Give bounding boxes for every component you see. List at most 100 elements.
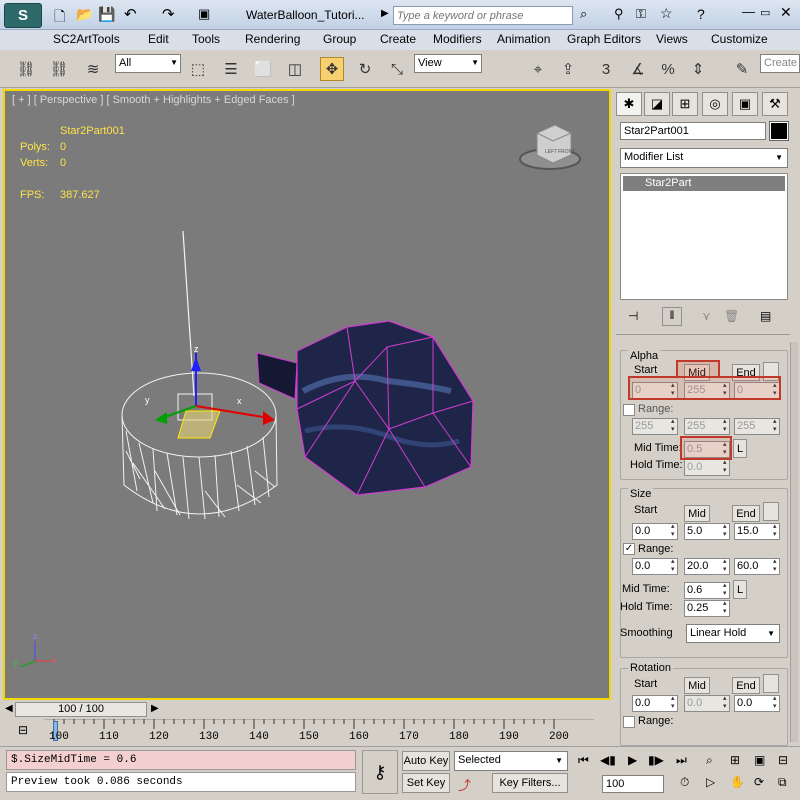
- time-slider-thumb[interactable]: 100 / 100: [15, 702, 147, 717]
- pan-view-icon[interactable]: ✋: [730, 775, 745, 789]
- rotation-end-spinner[interactable]: 0.0: [734, 695, 780, 712]
- select-and-move-icon[interactable]: ✥: [320, 57, 344, 81]
- spinner-snap-icon[interactable]: ⇕: [686, 57, 710, 81]
- size-range-end-spinner[interactable]: 60.0: [734, 558, 780, 575]
- select-by-name-icon[interactable]: ☰: [219, 57, 243, 81]
- app-logo-icon[interactable]: S: [4, 3, 42, 28]
- modifier-list-dropdown[interactable]: Modifier List ▼: [620, 148, 788, 168]
- menu-item-create[interactable]: Create: [380, 32, 416, 46]
- time-slider-track[interactable]: ◀ 100 / 100 ▶: [3, 701, 611, 718]
- alpha-mid-button[interactable]: Mid: [684, 364, 710, 381]
- auto-key-button[interactable]: Auto Key: [402, 751, 450, 771]
- help-icon[interactable]: ?: [697, 6, 705, 22]
- subscription-icon[interactable]: ⚿: [636, 6, 646, 22]
- remove-modifier-icon[interactable]: 🗑: [724, 309, 739, 323]
- size-start-spinner[interactable]: 0.0: [632, 523, 678, 540]
- perspective-viewport[interactable]: [ + ] [ Perspective ] [ Smooth + Highlig…: [3, 89, 611, 700]
- orbit-icon[interactable]: ⟳: [754, 775, 764, 789]
- minimize-icon[interactable]: —: [742, 4, 755, 19]
- size-curve-button[interactable]: [763, 502, 779, 521]
- current-frame-field[interactable]: 100: [602, 775, 664, 793]
- search-input[interactable]: [393, 6, 573, 25]
- alpha-range-start-spinner[interactable]: 255: [632, 418, 678, 435]
- play-icon[interactable]: ▶: [628, 753, 637, 767]
- size-range-mid-spinner[interactable]: 20.0: [684, 558, 730, 575]
- time-slider-prev-icon[interactable]: ◀: [5, 703, 13, 714]
- alpha-range-end-spinner[interactable]: 255: [734, 418, 780, 435]
- rotation-curve-button[interactable]: [763, 674, 779, 693]
- alpha-hold-time-spinner[interactable]: 0.0: [684, 459, 730, 476]
- time-configuration-icon[interactable]: ⏱: [680, 775, 689, 790]
- time-slider-next-icon[interactable]: ▶: [151, 703, 159, 714]
- select-and-rotate-icon[interactable]: ↻: [353, 57, 377, 81]
- size-range-checkbox[interactable]: ✓: [623, 543, 635, 555]
- menu-item-rendering[interactable]: Rendering: [245, 32, 300, 46]
- undo-icon[interactable]: ↶: [124, 5, 137, 23]
- size-mid-spinner[interactable]: 5.0: [684, 523, 730, 540]
- menu-item-graph-editors[interactable]: Graph Editors: [567, 32, 641, 46]
- menu-item-edit[interactable]: Edit: [148, 32, 169, 46]
- make-unique-icon[interactable]: ⋎: [702, 309, 711, 323]
- menu-item-modifiers[interactable]: Modifiers: [433, 32, 482, 46]
- key-filters-button[interactable]: Key Filters...: [492, 773, 568, 793]
- manipulate-icon[interactable]: ⇪: [556, 57, 580, 81]
- size-lock-button[interactable]: L: [733, 580, 747, 599]
- zoom-all-icon[interactable]: ⊞: [730, 753, 740, 767]
- default-tangent-icon[interactable]: ⤴: [458, 775, 471, 794]
- favorites-star-icon[interactable]: ☆: [660, 5, 673, 22]
- window-crossing-icon[interactable]: ◫: [283, 57, 307, 81]
- viewcube[interactable]: LEFT FRONT: [519, 124, 581, 170]
- smoothing-dropdown[interactable]: Linear Hold ▼: [686, 624, 780, 643]
- save-file-icon[interactable]: 💾: [98, 6, 115, 23]
- menu-item-group[interactable]: Group: [323, 32, 356, 46]
- pivot-center-icon[interactable]: ⌖: [526, 57, 550, 81]
- select-and-scale-icon[interactable]: ⤡: [385, 57, 409, 81]
- unlink-icon[interactable]: ⛓: [47, 57, 71, 81]
- alpha-mid-time-spinner[interactable]: 0.5: [684, 441, 730, 458]
- binoculars-icon[interactable]: ⌕: [580, 6, 587, 22]
- menu-item-customize[interactable]: Customize: [711, 32, 768, 46]
- tab-motion[interactable]: ◎: [702, 92, 728, 116]
- tab-create[interactable]: ✱: [616, 92, 642, 116]
- key-mode-dropdown[interactable]: Selected ▼: [454, 751, 568, 771]
- size-mid-time-spinner[interactable]: 0.6: [684, 582, 730, 599]
- new-file-icon[interactable]: 🗋: [54, 6, 65, 30]
- rollout-scrollbar[interactable]: [790, 342, 798, 742]
- zoom-extents-all-icon[interactable]: ⊟: [778, 753, 788, 767]
- object-color-swatch[interactable]: [769, 121, 789, 141]
- show-end-result-icon[interactable]: ‖: [662, 307, 682, 326]
- reference-coordinate-dropdown[interactable]: View ▼: [414, 54, 482, 73]
- open-mini-curve-editor-icon[interactable]: ⊟: [18, 723, 28, 737]
- rotation-range-checkbox[interactable]: [623, 716, 635, 728]
- configure-sets-icon[interactable]: ▤: [760, 309, 771, 323]
- stack-item-star2part[interactable]: Star2Part: [623, 176, 785, 191]
- track-bar[interactable]: ⊟ 100 110 120 130 140 150 160 170 180 19…: [0, 718, 600, 745]
- project-folder-icon[interactable]: ▣: [198, 6, 210, 22]
- tab-modify[interactable]: ◪: [644, 92, 670, 116]
- maximize-viewport-icon[interactable]: ⧉: [778, 775, 787, 790]
- alpha-end-button[interactable]: End: [732, 364, 760, 381]
- menu-item-sc2arttools[interactable]: SC2ArtTools: [53, 32, 120, 46]
- rectangular-selection-icon[interactable]: ⬜: [251, 57, 275, 81]
- set-key-button[interactable]: Set Key: [402, 773, 450, 793]
- pin-stack-icon[interactable]: ⊣: [628, 309, 638, 323]
- key-icon[interactable]: ⚷: [362, 750, 398, 794]
- edit-named-selection-icon[interactable]: ✎: [730, 57, 754, 81]
- menu-item-animation[interactable]: Animation: [497, 32, 550, 46]
- open-file-icon[interactable]: 📂: [76, 6, 93, 23]
- go-to-start-icon[interactable]: ⏮: [578, 753, 589, 768]
- select-object-icon[interactable]: ⬚: [186, 57, 210, 81]
- object-name-field[interactable]: Star2Part001: [620, 122, 766, 140]
- alpha-start-spinner[interactable]: 0: [632, 382, 678, 399]
- rotation-end-button[interactable]: End: [732, 677, 760, 694]
- alpha-end-spinner[interactable]: 0: [734, 382, 780, 399]
- chevron-right-icon[interactable]: ▶: [381, 8, 389, 19]
- rotation-start-spinner[interactable]: 0.0: [632, 695, 678, 712]
- tab-utilities[interactable]: ⚒: [762, 92, 788, 116]
- angle-snap-icon[interactable]: ∡: [626, 57, 650, 81]
- maxscript-listener-line[interactable]: $.SizeMidTime = 0.6: [6, 750, 356, 770]
- alpha-range-mid-spinner[interactable]: 255: [684, 418, 730, 435]
- field-of-view-icon[interactable]: ▷: [706, 775, 715, 789]
- percent-snap-icon[interactable]: %: [656, 57, 680, 81]
- alpha-lock-button[interactable]: L: [733, 439, 747, 458]
